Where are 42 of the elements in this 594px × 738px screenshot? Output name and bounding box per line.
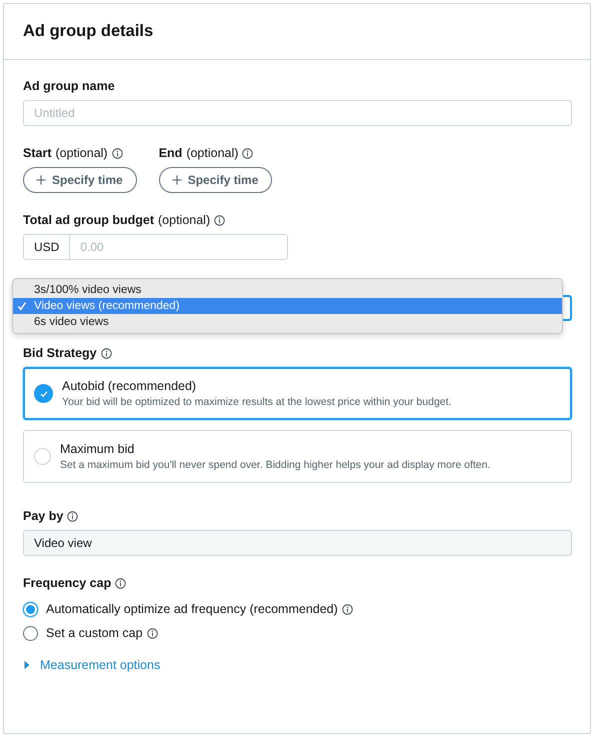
budget-input-field[interactable]: USD 0.00 [23,234,288,260]
menu-option[interactable]: Video views (recommended) [13,298,562,314]
info-icon[interactable] [115,578,126,588]
specify-time-button[interactable]: Specify time [23,167,137,193]
bid-option-card[interactable]: Autobid (recommended) Your bid will be optimized to maximize results at the lowest price within your budget. [23,367,572,420]
plus-icon [36,175,46,185]
selected-radio[interactable] [23,602,38,616]
measurement-options-link[interactable]: Measurement options [23,658,160,672]
menu-option[interactable]: 3s/100% video views [13,282,562,298]
name-input-field[interactable]: Untitled [23,100,572,126]
field-label: End [158,146,182,160]
radio-button[interactable] [23,626,38,640]
optional-note: (optional) [158,213,210,227]
info-icon[interactable] [67,510,78,522]
option-title: Maximum bid [60,442,136,456]
check-icon [17,301,27,311]
field-label: Bid Strategy [23,346,97,360]
info-icon[interactable] [146,628,158,638]
specify-time-button[interactable]: Specify time [158,167,272,193]
info-icon[interactable] [214,214,226,226]
panel-title: Ad group details [23,22,154,41]
optional-note: (optional) [186,146,238,160]
field-label: Frequency cap [23,576,112,590]
field-label: Total ad group budget [23,213,154,227]
option-description: Set a maximum bid you'll never spend over. Bidding higher helps your ad display more often. [60,459,490,471]
radio-label[interactable]: Set a custom cap [46,626,143,640]
option-title: Autobid (recommended) [62,379,198,393]
radio-label[interactable]: Automatically optimize ad frequency (recommended) [46,602,338,616]
optional-note: (optional) [55,146,108,160]
pay-by-field: Video view [23,530,572,556]
checked-radio-icon[interactable] [34,384,53,403]
info-icon[interactable] [342,604,353,614]
bid-option-card[interactable]: Maximum bid Set a maximum bid you'll never spend over. Bidding higher helps your ad display more often. [23,430,572,483]
plus-icon [172,175,182,185]
menu-option[interactable]: 6s video views [13,314,562,330]
field-label: Pay by [23,509,64,523]
field-label: Start [23,146,52,160]
info-icon[interactable] [112,148,123,158]
info-icon[interactable] [100,348,112,358]
field-label: Ad group name [23,79,115,93]
option-description: Your bid will be optimized to maximize results at the lowest price within your budget. [62,396,452,408]
info-icon[interactable] [242,148,254,158]
